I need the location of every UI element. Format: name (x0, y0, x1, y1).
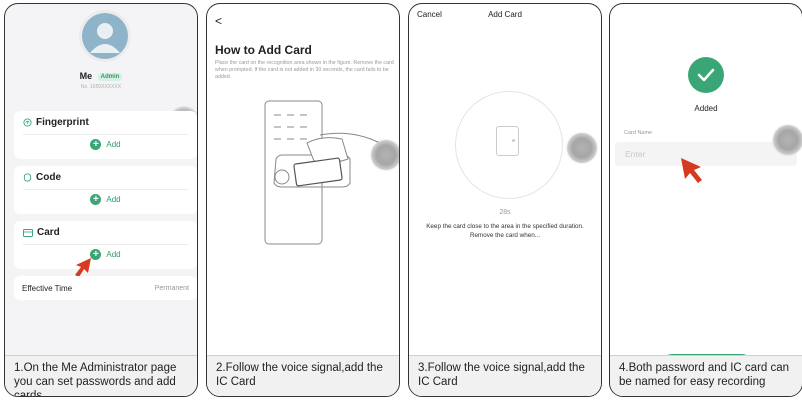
panel-how-to-add-card: < How to Add Card Place the card on the … (206, 3, 400, 397)
lock-card-illustration-icon (264, 100, 381, 245)
pointer-arrow-icon (681, 158, 702, 183)
section-title: Fingerprint (36, 117, 89, 128)
caption: 4.Both password and IC card can be named… (610, 355, 802, 396)
user-avatar-icon (82, 13, 128, 59)
touch-indicator (371, 140, 399, 170)
touch-indicator (773, 125, 802, 155)
panel-add-card: Cancel Add Card 28s Keep the card close … (408, 3, 602, 397)
card-name-label: Card Name (624, 130, 653, 136)
avatar (79, 10, 131, 62)
fingerprint-icon (23, 118, 32, 127)
door-icon (496, 126, 519, 156)
caption: 3.Follow the voice signal,add the IC Car… (409, 355, 601, 396)
plus-icon: + (90, 139, 102, 150)
panel-card-added: Added Card Name 4.Both password and IC c… (609, 3, 802, 397)
user-name: Me (79, 71, 93, 81)
panel-me-admin: Me Admin No. 1650XXXXXX Fingerprint + Ad… (4, 3, 198, 397)
card-name-input[interactable] (615, 142, 797, 166)
back-button[interactable]: < (215, 14, 222, 28)
caption: 2.Follow the voice signal,add the IC Car… (207, 355, 399, 396)
add-code-button[interactable]: + Add (14, 194, 197, 205)
code-section: Code + Add (14, 166, 197, 214)
page-title: Add Card (488, 10, 522, 19)
user-subtitle: No. 1650XXXXXX (80, 84, 122, 90)
instructions-text: Place the card on the recognition area s… (215, 60, 394, 80)
section-title: Card (37, 227, 60, 238)
add-card-button[interactable]: + Add (14, 249, 197, 260)
touch-indicator (567, 133, 597, 163)
countdown-timer: 28s (499, 209, 511, 216)
page-title: How to Add Card (215, 43, 312, 57)
section-title: Code (36, 172, 61, 183)
card-section: Card + Add (14, 221, 197, 269)
status-text: Added (694, 104, 718, 113)
add-fingerprint-button[interactable]: + Add (14, 139, 197, 150)
effective-time-value: Permanent (154, 284, 189, 292)
caption: 1.On the Me Administrator page you can s… (5, 355, 197, 396)
success-check-icon (688, 57, 724, 93)
user-name-row: Me Admin (5, 71, 197, 81)
effective-time-label: Effective Time (22, 283, 73, 293)
effective-time-row[interactable]: Effective Time Permanent (14, 276, 197, 300)
admin-badge: Admin (97, 73, 123, 81)
instruction-tip: Keep the card close to the area in the s… (426, 223, 584, 239)
fingerprint-section: Fingerprint + Add (14, 111, 197, 159)
plus-icon: + (90, 194, 102, 205)
code-icon (23, 173, 32, 182)
card-icon (23, 228, 33, 237)
